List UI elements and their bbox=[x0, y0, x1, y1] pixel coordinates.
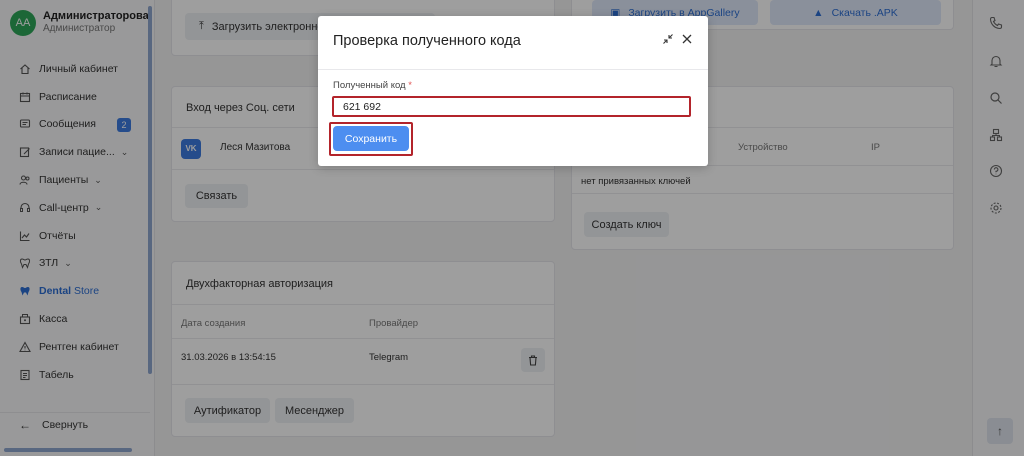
code-field-label: Полученный код * bbox=[333, 80, 412, 91]
required-mark: * bbox=[408, 80, 412, 91]
close-icon[interactable] bbox=[681, 33, 693, 45]
verify-code-dialog: Проверка полученного кода Полученный код… bbox=[318, 16, 708, 166]
collapse-icon[interactable] bbox=[662, 33, 674, 45]
received-code-input[interactable] bbox=[332, 96, 691, 117]
dialog-title: Проверка полученного кода bbox=[333, 33, 521, 49]
divider bbox=[318, 69, 708, 70]
save-button[interactable]: Сохранить bbox=[333, 126, 409, 151]
